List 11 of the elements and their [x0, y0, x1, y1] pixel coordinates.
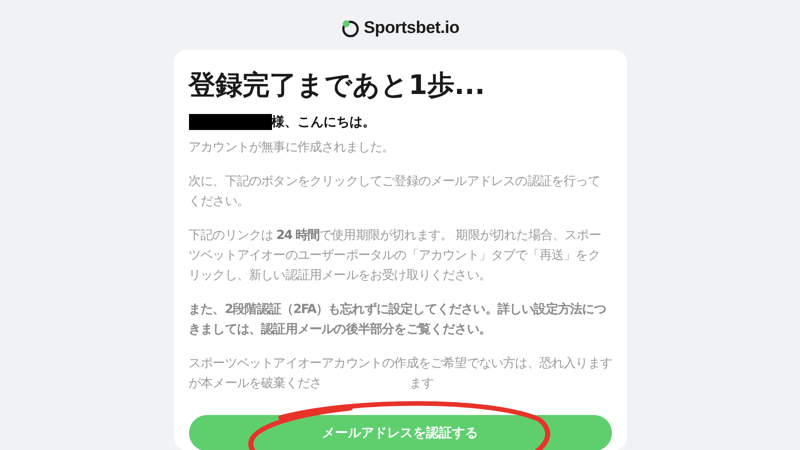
verify-email-button[interactable]: メールアドレスを認証する [188, 415, 612, 450]
body-text: が本メールを破棄くださ [188, 374, 322, 392]
body-text: 次に、下記のボタンをクリックしてご登録のメールアドレスの認証を行ってください。 [188, 172, 601, 210]
body-text-fragment: ます [410, 374, 434, 392]
logo-ring-icon [340, 18, 360, 38]
body-text: アカウントが無事に作成されました。 [188, 138, 396, 156]
body-text: スポーツベットアイオーアカウントの作成をご希望でない方は、恐れ入ります [188, 354, 612, 372]
body-text: 下記のリンクは 24 時間で使用期限が切れます。 期限が切れた場合、スポーツベットアイオーのユーザーポータルの「アカウント」タブで「再送」をクリックし、新しい認証用メールをお受け取りください。 [188, 226, 602, 284]
email-title: 登録完了まであと1歩... [188, 69, 486, 103]
logo-text: Sportsbet.io [364, 18, 460, 38]
body-text: また、2段階認証（2FA）も忘れずに設定してください。詳しい設定方法につきましては、認証用メールの後半部分をご覧ください。 [188, 300, 608, 338]
